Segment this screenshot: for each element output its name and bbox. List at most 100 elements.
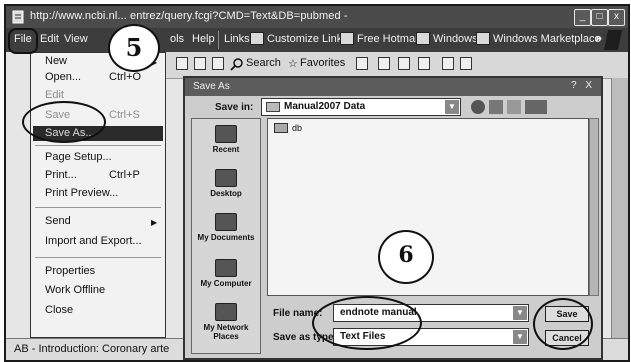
discuss-icon[interactable] (442, 57, 454, 70)
file-menu-dropdown: New ▶ Open... Ctrl+O Edit Save Ctrl+S Sa… (30, 52, 166, 338)
messenger-icon[interactable] (460, 57, 472, 70)
minimize-button[interactable]: _ (574, 9, 591, 26)
link-windows[interactable]: Windows (416, 32, 478, 45)
title-bar: http://www.ncbi.nl... entrez/query.fcgi?… (6, 6, 628, 28)
save-in-label: Save in: (215, 102, 254, 113)
chevron-down-icon: ▼ (513, 330, 527, 344)
link-icon (250, 32, 264, 45)
annotation-step-6: 6 (398, 242, 414, 268)
recent-icon (215, 125, 237, 143)
status-text: AB - Introduction: Coronary arte (14, 343, 170, 355)
link-hotmail-label: Free Hotmail (357, 32, 420, 45)
link-customize[interactable]: Customize Links (250, 32, 348, 45)
maximize-button[interactable]: □ (591, 9, 608, 26)
link-customize-label: Customize Links (267, 32, 348, 45)
edit-page-icon[interactable] (418, 57, 430, 70)
menu-item-properties[interactable]: Properties (45, 265, 95, 277)
menu-divider (35, 207, 161, 208)
chevron-down-icon: ▼ (513, 306, 527, 320)
back-icon[interactable] (471, 100, 485, 114)
menu-separator (218, 31, 219, 49)
menu-item-print[interactable]: Print... (45, 169, 77, 181)
stop-icon[interactable] (176, 57, 188, 70)
browser-toolbar: Search ☆ Favorites (166, 52, 628, 79)
annotation-ellipse-buttons (533, 298, 593, 350)
annotation-file-box (8, 28, 38, 54)
shortcut-open: Ctrl+O (109, 71, 142, 83)
link-marketplace-label: Windows Marketplace (493, 32, 601, 45)
menu-item-work-offline[interactable]: Work Offline (45, 284, 105, 296)
link-marketplace[interactable]: Windows Marketplace (476, 32, 601, 45)
place-my-network-label: My Network Places (203, 323, 249, 341)
browser-window: http://www.ncbi.nl... entrez/query.fcgi?… (4, 4, 630, 362)
menu-item-page-setup[interactable]: Page Setup... (45, 151, 112, 163)
link-icon (340, 32, 354, 45)
folder-icon (266, 102, 280, 112)
menu-item-open[interactable]: Open... (45, 71, 81, 83)
favorites-button[interactable]: Favorites (300, 57, 345, 69)
save-in-value: Manual2007 Data (284, 101, 366, 112)
folder-icon (274, 123, 288, 133)
search-button[interactable]: Search (246, 57, 281, 69)
page-scrollbar[interactable] (611, 78, 628, 338)
link-windows-label: Windows (433, 32, 478, 45)
view-menu-icon[interactable] (525, 100, 547, 114)
home-icon[interactable] (212, 57, 224, 70)
dialog-help-close-buttons[interactable]: ? X (571, 80, 595, 91)
place-desktop[interactable]: Desktop (192, 169, 260, 198)
up-folder-icon[interactable] (489, 100, 503, 114)
file-list-scrollbar[interactable] (589, 118, 599, 296)
menu-tools[interactable]: ols (170, 33, 184, 45)
menu-divider (35, 257, 161, 258)
shortcut-print: Ctrl+P (109, 169, 140, 181)
chevron-more-icon[interactable]: » (595, 31, 602, 45)
refresh-icon[interactable] (194, 57, 206, 70)
annotation-ellipse-save (22, 101, 106, 143)
window-title: http://www.ncbi.nl... entrez/query.fcgi?… (30, 10, 348, 22)
file-list-item[interactable]: db (274, 123, 302, 133)
submenu-arrow-icon: ▶ (151, 218, 158, 227)
menu-item-send[interactable]: Send (45, 215, 71, 227)
place-my-documents[interactable]: My Documents (192, 213, 260, 242)
menu-edit[interactable]: Edit (40, 33, 59, 45)
windows-flag-icon (603, 30, 623, 50)
search-icon (230, 58, 243, 71)
print-icon[interactable] (398, 57, 410, 70)
link-icon (476, 32, 490, 45)
documents-icon (215, 213, 237, 231)
link-hotmail[interactable]: Free Hotmail (340, 32, 420, 45)
mail-icon[interactable] (378, 57, 390, 70)
menu-bar: File Edit View ols Help Links Customize … (6, 28, 628, 52)
menu-divider (35, 145, 161, 146)
menu-item-edit[interactable]: Edit (45, 89, 64, 101)
place-my-documents-label: My Documents (197, 233, 255, 242)
place-recent[interactable]: Recent (192, 125, 260, 154)
link-icon (416, 32, 430, 45)
menu-help[interactable]: Help (192, 33, 215, 45)
place-desktop-label: Desktop (210, 189, 242, 198)
menu-view[interactable]: View (64, 33, 88, 45)
save-in-dropdown[interactable]: Manual2007 Data ▼ (261, 98, 461, 116)
close-window-button[interactable]: x (608, 9, 625, 26)
favorites-star-icon: ☆ (288, 58, 298, 70)
history-icon[interactable] (356, 57, 368, 70)
dialog-title-bar: Save As ? X (185, 78, 601, 96)
place-my-computer-label: My Computer (200, 279, 252, 288)
new-folder-icon[interactable] (507, 100, 521, 114)
places-bar: Recent Desktop My Documents My Computer … (191, 118, 261, 354)
menu-item-import-export[interactable]: Import and Export... (45, 235, 142, 247)
shortcut-save: Ctrl+S (109, 109, 140, 121)
menu-item-print-preview[interactable]: Print Preview... (45, 187, 118, 199)
computer-icon (215, 259, 237, 277)
screenshot-frame: http://www.ncbi.nl... entrez/query.fcgi?… (0, 0, 631, 362)
menu-item-close[interactable]: Close (45, 304, 73, 316)
place-recent-label: Recent (212, 145, 240, 154)
links-label: Links (224, 33, 250, 45)
menu-item-new[interactable]: New (45, 55, 67, 67)
document-icon (12, 10, 24, 24)
file-name: db (292, 123, 303, 133)
place-my-computer[interactable]: My Computer (192, 259, 260, 288)
place-my-network[interactable]: My Network Places (192, 303, 260, 341)
desktop-icon (215, 169, 237, 187)
chevron-down-icon: ▼ (445, 100, 459, 114)
